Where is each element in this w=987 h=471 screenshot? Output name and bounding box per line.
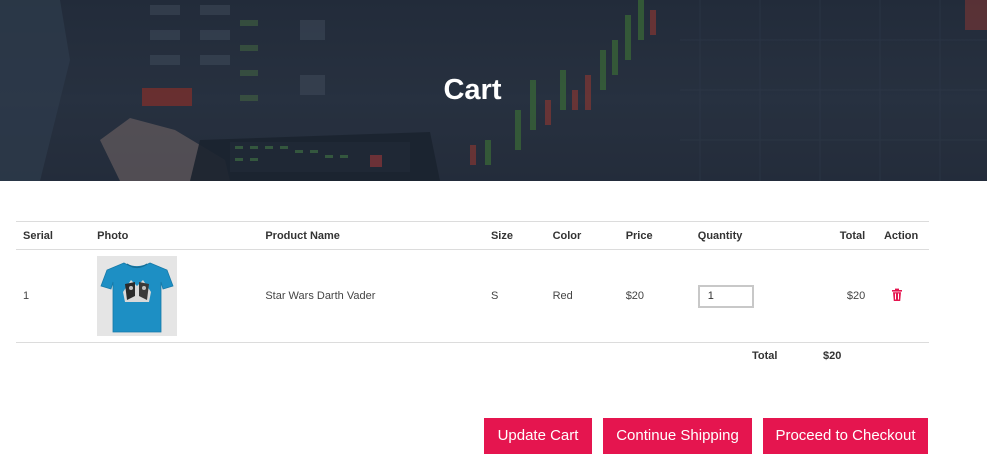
table-row: 1 Star Wars Darth Vader S Red $20 1 $20 [16,249,929,343]
continue-shipping-button[interactable]: Continue Shipping [603,418,752,454]
header-color: Color [545,221,619,250]
trash-icon[interactable] [890,288,904,302]
header-action: Action [865,221,929,250]
header-quantity: Quantity [690,221,803,250]
cell-product-name: Star Wars Darth Vader [258,249,484,343]
header-price: Price [618,221,691,250]
page-banner: Cart [0,0,987,181]
table-header-row: Serial Photo Product Name Size Color Pri… [16,221,929,250]
header-total: Total [802,221,866,250]
summary-total-value: $20 [823,350,842,362]
tshirt-image[interactable] [97,256,178,336]
header-product-name: Product Name [258,221,484,250]
cell-serial: 1 [16,249,91,343]
summary-total-label: Total [752,350,778,362]
cart-table: Serial Photo Product Name Size Color Pri… [16,221,929,343]
header-photo: Photo [90,221,259,250]
proceed-to-checkout-button[interactable]: Proceed to Checkout [763,418,928,454]
cell-total: $20 [802,249,866,343]
cell-size: S [483,249,546,343]
header-serial: Serial [16,221,91,250]
cell-quantity [690,249,803,343]
cell-price: $20 [618,249,691,343]
header-size: Size [483,221,546,250]
update-cart-button[interactable]: Update Cart [484,418,592,454]
quantity-input[interactable] [697,284,754,308]
cell-photo [90,249,259,343]
cell-action [865,249,929,343]
cell-color: Red [545,249,619,343]
page-title: Cart [443,74,502,106]
